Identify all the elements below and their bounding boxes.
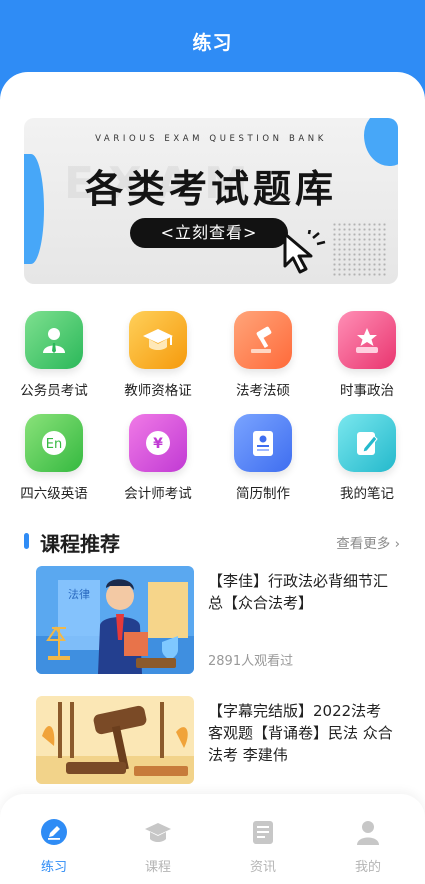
tab-course[interactable]: 课程: [128, 818, 188, 875]
course-view-count: 2891人观看过: [208, 654, 294, 669]
category-label: 公务员考试: [20, 383, 88, 399]
category-label: 我的笔记: [340, 486, 394, 502]
course-title: 【李佳】行政法必背细节汇总【众合法考】: [208, 572, 389, 612]
svg-text:¥: ¥: [153, 436, 163, 452]
profile-icon: [357, 821, 379, 845]
section-accent-bar: [24, 533, 29, 549]
tab-label: 我的: [354, 860, 381, 875]
course-item[interactable]: 【字幕完结版】2022法考客观题【背诵卷】民法 众合法考 李建伟: [36, 696, 396, 804]
category-teacher-cert[interactable]: 教师资格证: [113, 311, 203, 399]
course-thumbnail: [36, 696, 194, 784]
resume-icon: [234, 414, 292, 472]
category-label: 法考法硕: [236, 383, 290, 399]
course-cap-icon: [145, 823, 171, 842]
english-chat-icon: En: [25, 414, 83, 472]
view-more-link[interactable]: 查看更多 ›: [336, 532, 400, 552]
category-label: 教师资格证: [124, 383, 192, 399]
category-label: 时事政治: [340, 383, 394, 399]
category-civil-servant[interactable]: 公务员考试: [9, 311, 99, 399]
category-label: 简历制作: [236, 486, 290, 502]
course-thumbnail: 法律: [36, 566, 194, 674]
pointer-cursor-icon: [283, 230, 326, 274]
tab-label: 练习: [40, 860, 67, 875]
notebook-pencil-icon: [338, 414, 396, 472]
course-recommend-header: 课程推荐 查看更多 ›: [24, 528, 400, 556]
yen-coin-icon: ¥: [129, 414, 187, 472]
practice-icon: [41, 819, 67, 845]
tab-profile[interactable]: 我的: [338, 818, 398, 875]
civil-servant-icon: [25, 311, 83, 369]
thumb-law-text: 法律: [68, 587, 90, 601]
tab-news[interactable]: 资讯: [233, 818, 293, 875]
tab-practice[interactable]: 练习: [24, 818, 84, 875]
tab-label: 课程: [144, 860, 171, 875]
category-accountant[interactable]: ¥ 会计师考试: [113, 414, 203, 502]
category-label: 四六级英语: [20, 486, 88, 502]
category-label: 会计师考试: [124, 486, 192, 502]
banner-dot-pattern: [332, 222, 388, 276]
category-resume[interactable]: 简历制作: [218, 414, 308, 502]
course-title: 【字幕完结版】2022法考客观题【背诵卷】民法 众合法考 李建伟: [208, 702, 393, 764]
news-icon: [253, 821, 273, 844]
gavel-icon: [234, 311, 292, 369]
star-podium-icon: [338, 311, 396, 369]
category-my-notes[interactable]: 我的笔记: [322, 414, 412, 502]
tab-label: 资讯: [249, 860, 276, 875]
banner-view-now-button[interactable]: <立刻查看>: [130, 218, 288, 248]
banner-subtitle: VARIOUS EXAM QUESTION BANK: [95, 134, 327, 144]
page-title: 练习: [192, 32, 233, 54]
category-current-affairs[interactable]: 时事政治: [322, 311, 412, 399]
section-title: 课程推荐: [40, 532, 120, 556]
graduation-cap-icon: [129, 311, 187, 369]
category-cet-english[interactable]: En 四六级英语: [9, 414, 99, 502]
svg-text:En: En: [46, 437, 62, 452]
exam-bank-banner[interactable]: EXAM VARIOUS EXAM QUESTION BANK 各类考试题库 <…: [24, 118, 398, 284]
banner-title: 各类考试题库: [84, 167, 337, 211]
category-law-exam[interactable]: 法考法硕: [218, 311, 308, 399]
course-item[interactable]: 法律 【李佳】行政法必背细节汇总【众合法考】 2891人观看过: [36, 566, 396, 674]
bottom-tab-bar: 练习 课程 资讯 我的: [0, 794, 425, 884]
